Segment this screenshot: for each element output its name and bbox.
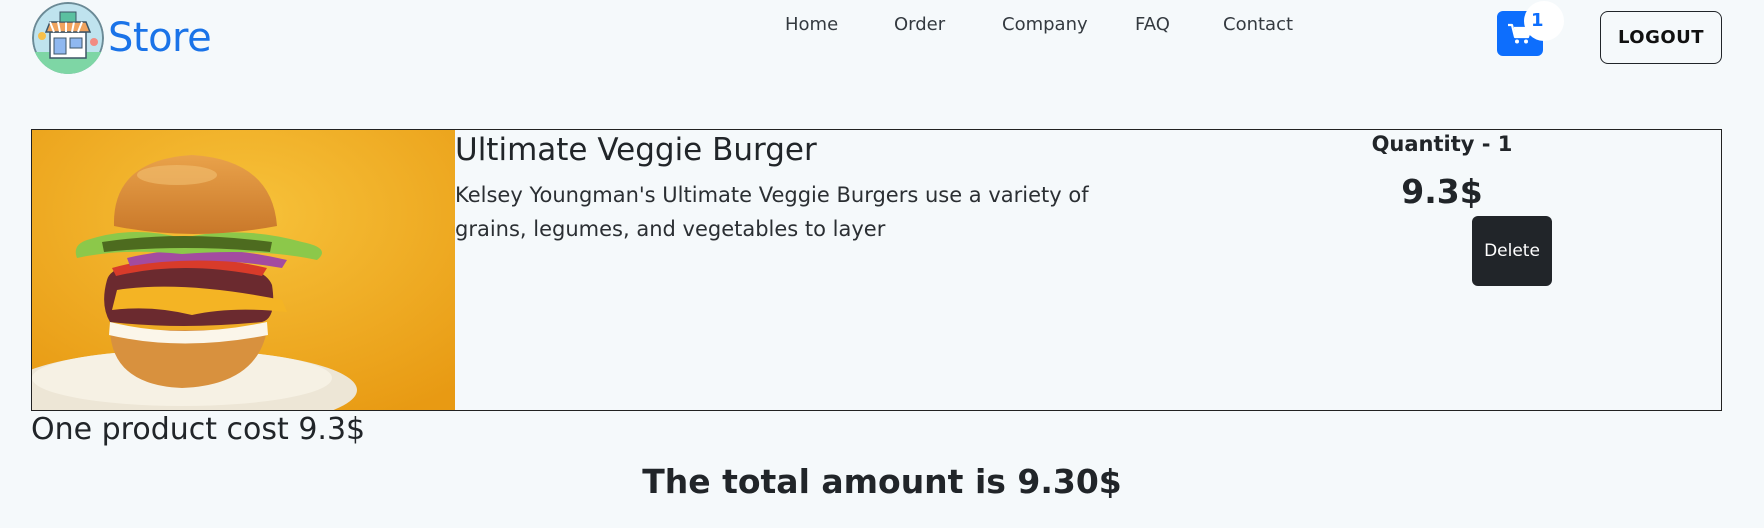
total-amount: The total amount is 9.30$ [642,462,1122,501]
nav-faq[interactable]: FAQ [1135,14,1170,35]
brand-name: Store [108,15,212,61]
quantity-label: Quantity - 1 [1371,132,1513,156]
product-description: Kelsey Youngman's Ultimate Veggie Burger… [455,183,1089,241]
cart-item-card: Ultimate Veggie Burger Kelsey Youngman's… [31,129,1722,411]
product-title: Ultimate Veggie Burger [455,132,817,168]
storefront-icon [32,2,104,74]
one-product-cost: One product cost 9.3$ [31,412,366,447]
nav-contact[interactable]: Contact [1223,14,1293,35]
cart-count-badge: 1 [1524,1,1564,41]
brand-link[interactable]: Store [32,2,212,74]
navbar: Store Home Order Company FAQ Contact 1 L… [0,0,1764,80]
nav-order[interactable]: Order [894,14,945,35]
product-image [32,130,455,410]
delete-button[interactable]: Delete [1472,216,1552,286]
nav-home[interactable]: Home [785,14,838,35]
cart-count: 1 [1531,10,1544,31]
logout-button[interactable]: LOGOUT [1600,11,1722,64]
nav-company[interactable]: Company [1002,14,1088,35]
item-price: 9.3$ [1401,172,1483,211]
